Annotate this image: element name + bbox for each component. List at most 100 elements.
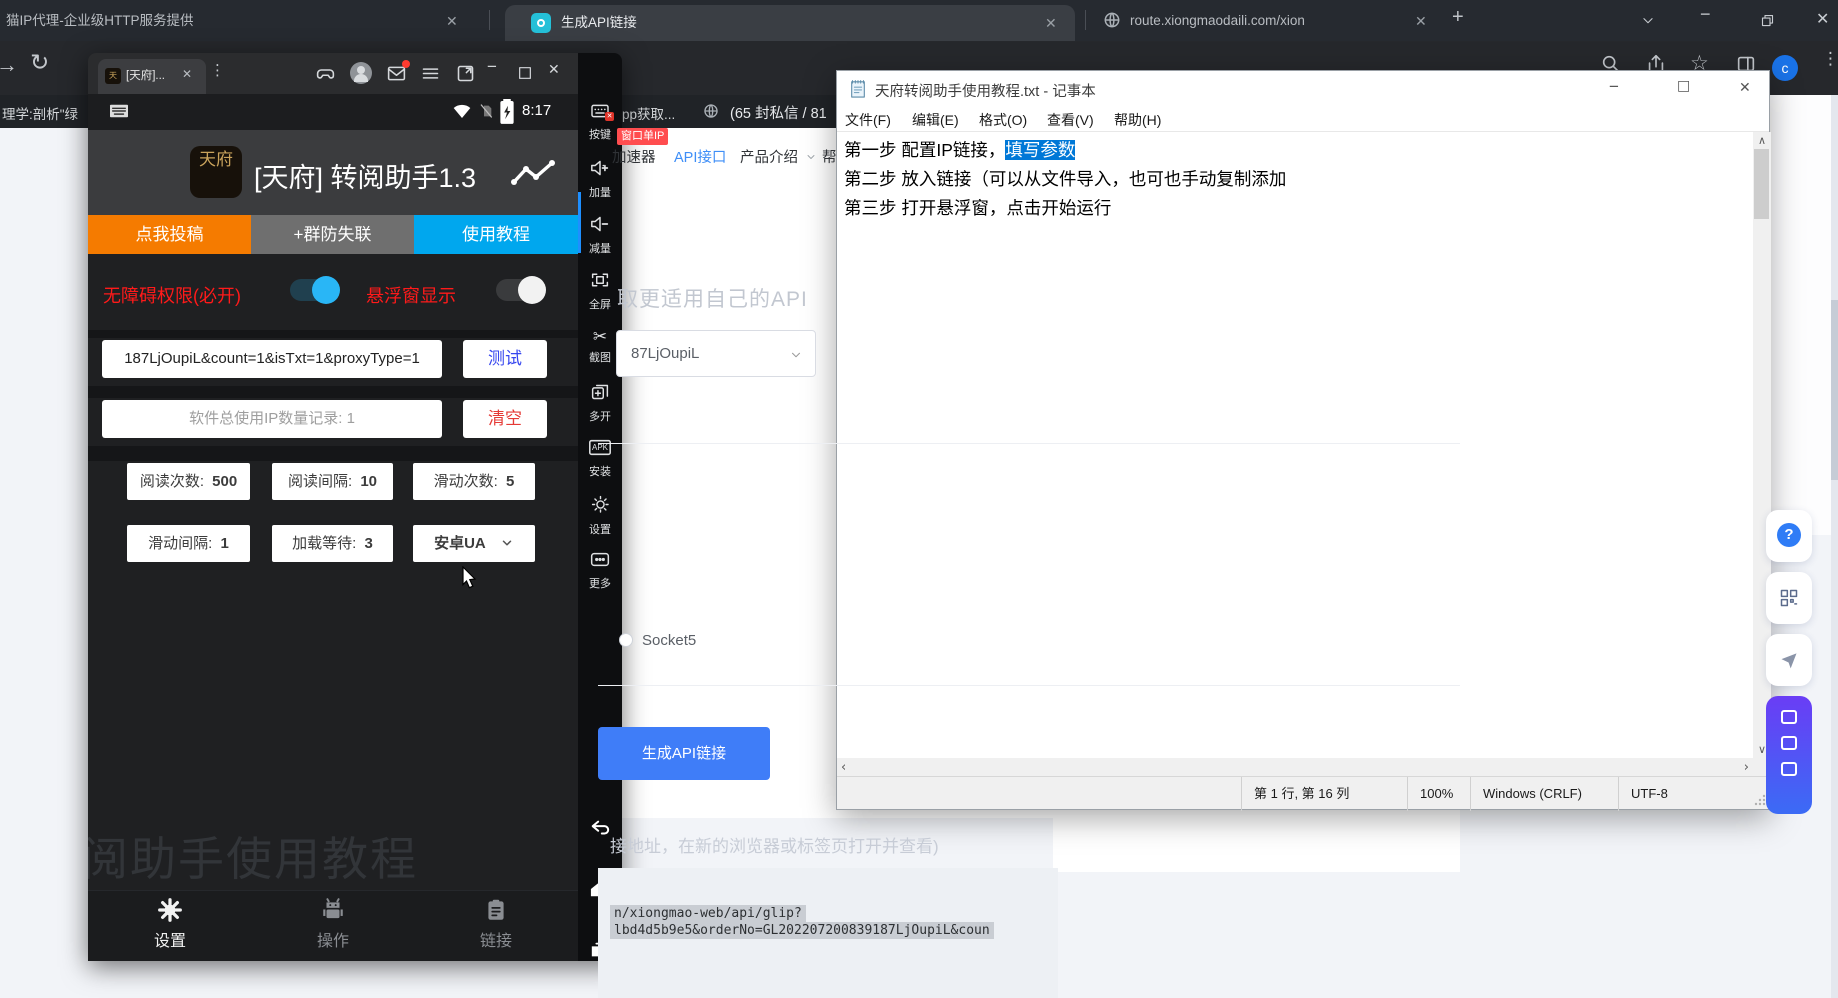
sidebar-item-fullscreen[interactable]: 全屏 bbox=[578, 271, 622, 312]
nav-actions[interactable]: 操作 bbox=[293, 897, 373, 951]
scroll-right-icon[interactable]: › bbox=[1744, 760, 1749, 775]
selected-text: 填写参数 bbox=[1005, 140, 1075, 160]
resize-window-icon[interactable] bbox=[455, 63, 476, 84]
menu-file[interactable]: 文件(F) bbox=[845, 110, 891, 130]
background-tab-title[interactable]: pp获取... bbox=[622, 103, 692, 123]
profile-icon[interactable] bbox=[350, 62, 372, 84]
close-tab-icon[interactable]: ✕ bbox=[1415, 12, 1427, 30]
help-floating-button[interactable]: ? bbox=[1766, 510, 1812, 562]
join-group-button[interactable]: +群防失联 bbox=[251, 215, 414, 254]
reload-icon[interactable]: ↻ bbox=[30, 50, 49, 76]
sidebar-item-settings[interactable]: 设置 bbox=[578, 495, 622, 537]
accessibility-toggle[interactable] bbox=[290, 279, 336, 301]
maximize-window-icon[interactable]: □ bbox=[1677, 78, 1690, 94]
bg-nav-help[interactable]: 帮 bbox=[822, 146, 836, 167]
browser-tab-3[interactable]: route.xiongmaodaili.com/xion bbox=[1130, 0, 1405, 41]
float-window-toggle[interactable] bbox=[496, 279, 542, 301]
menu-help[interactable]: 帮助(H) bbox=[1114, 110, 1161, 130]
wifi-icon bbox=[452, 102, 472, 119]
close-tab-icon[interactable]: ✕ bbox=[1045, 14, 1057, 32]
browser-tab-1[interactable]: 猫IP代理-企业级HTTP服务提供 bbox=[6, 0, 438, 41]
volume-up-icon bbox=[590, 159, 610, 177]
bg-nav-accelerator[interactable]: 加速器 bbox=[612, 146, 662, 167]
sidebar-item-install-apk[interactable]: APK 安装 bbox=[578, 439, 622, 479]
close-window-icon[interactable]: ✕ bbox=[1816, 9, 1829, 29]
android-back-icon[interactable] bbox=[589, 818, 611, 838]
close-tab-icon[interactable]: ✕ bbox=[182, 67, 192, 81]
browser-tab-bar: 猫IP代理-企业级HTTP服务提供 ✕ 生成API链接 ✕ route.xion… bbox=[0, 0, 1838, 41]
sidebar-item-label: 加量 bbox=[578, 184, 622, 200]
toggle-knob bbox=[518, 276, 546, 304]
socket5-radio[interactable] bbox=[619, 633, 633, 647]
sidebar-item-more[interactable]: 更多 bbox=[578, 551, 622, 591]
background-tab-title[interactable]: 理学:剖析"绿 bbox=[2, 103, 86, 123]
resize-grip[interactable] bbox=[1753, 793, 1767, 807]
scroll-up-icon[interactable]: ∧ bbox=[1758, 134, 1766, 147]
sidebar-item-multi-instance[interactable]: 多开 bbox=[578, 383, 622, 424]
tab-menu-dots-icon[interactable]: ⋮ bbox=[210, 61, 225, 79]
status-encoding: UTF-8 bbox=[1618, 777, 1769, 811]
field-value: 1 bbox=[221, 535, 229, 552]
notepad-title-bar[interactable]: 天府转阅助手使用教程.txt - 记事本 − □ ✕ bbox=[837, 71, 1769, 107]
minimize-window-icon[interactable]: − bbox=[487, 57, 497, 77]
load-wait-field[interactable]: 加载等待: 3 bbox=[272, 525, 393, 562]
close-window-icon[interactable]: ✕ bbox=[548, 61, 560, 78]
minimize-window-icon[interactable]: − bbox=[1609, 77, 1619, 97]
horizontal-scrollbar[interactable]: ‹ › bbox=[837, 758, 1753, 776]
gamepad-icon[interactable] bbox=[315, 63, 336, 84]
swipe-count-field[interactable]: 滑动次数: 5 bbox=[413, 463, 535, 500]
generate-api-button[interactable]: 生成API链接 bbox=[598, 727, 770, 780]
notepad-text-area[interactable]: 第一步 配置IP链接，填写参数 第二步 放入链接（可以从文件导入，也可也手动复制… bbox=[837, 132, 1753, 758]
mail-icon[interactable] bbox=[386, 63, 407, 84]
hamburger-menu-icon[interactable] bbox=[420, 63, 441, 84]
read-count-field[interactable]: 阅读次数: 500 bbox=[127, 463, 250, 500]
line-chart-icon[interactable] bbox=[510, 158, 556, 188]
browser-tab-2-active[interactable]: 生成API链接 ✕ bbox=[505, 5, 1075, 41]
maximize-window-icon[interactable] bbox=[517, 65, 533, 81]
keyboard-icon bbox=[108, 102, 130, 120]
menu-format[interactable]: 格式(O) bbox=[979, 110, 1027, 130]
order-select[interactable]: 87LjOupiL bbox=[616, 330, 816, 377]
scrollbar-thumb[interactable] bbox=[1754, 149, 1769, 219]
clear-button[interactable]: 清空 bbox=[463, 400, 547, 438]
page-scrollbar[interactable] bbox=[1831, 95, 1838, 998]
sidebar-item-keymap[interactable]: ✕ 按键 bbox=[578, 103, 622, 142]
api-url-input[interactable]: 187LjOupiL&count=1&isTxt=1&proxyType=1 bbox=[102, 340, 442, 378]
sidebar-item-label: 按键 bbox=[578, 126, 622, 142]
bg-hint-text: 接地址，在新的浏览器或标签页打开并查看) bbox=[610, 832, 1050, 857]
bg-nav-api[interactable]: API接口 bbox=[674, 146, 726, 167]
read-interval-field[interactable]: 阅读间隔: 10 bbox=[272, 463, 393, 500]
qr-floating-button[interactable] bbox=[1766, 572, 1812, 624]
send-floating-button[interactable] bbox=[1766, 634, 1812, 686]
minimize-window-icon[interactable]: − bbox=[1700, 4, 1711, 25]
contact-floating-button[interactable] bbox=[1766, 696, 1812, 814]
sidebar-item-volume-down[interactable]: 减量 bbox=[578, 215, 622, 256]
notepad-window: 天府转阅助手使用教程.txt - 记事本 − □ ✕ 文件(F) 编辑(E) 格… bbox=[836, 70, 1770, 810]
divider bbox=[88, 330, 578, 338]
phone-app-tab[interactable]: 天 [天府]... ✕ bbox=[98, 59, 206, 94]
scroll-left-icon[interactable]: ‹ bbox=[841, 760, 846, 775]
tab-search-chevron-icon[interactable] bbox=[1640, 14, 1656, 28]
bg-nav-product[interactable]: 产品介绍 bbox=[740, 146, 798, 167]
new-tab-icon[interactable]: + bbox=[1452, 6, 1464, 29]
menu-view[interactable]: 查看(V) bbox=[1047, 110, 1094, 130]
sidebar-item-label: 多开 bbox=[578, 408, 622, 424]
scroll-down-icon[interactable]: ∨ bbox=[1758, 743, 1766, 756]
submit-button[interactable]: 点我投稿 bbox=[88, 215, 251, 254]
test-button[interactable]: 测试 bbox=[463, 340, 547, 378]
restore-window-icon[interactable] bbox=[1760, 13, 1775, 28]
text-line-1: 第一步 配置IP链接，填写参数 bbox=[844, 136, 1075, 165]
close-tab-icon[interactable]: ✕ bbox=[446, 12, 458, 30]
ua-select[interactable]: 安卓UA bbox=[413, 525, 535, 562]
profile-avatar[interactable]: c bbox=[1772, 55, 1798, 81]
swipe-interval-field[interactable]: 滑动间隔: 1 bbox=[127, 525, 250, 562]
page-scrollbar-thumb[interactable] bbox=[1831, 300, 1838, 480]
menu-edit[interactable]: 编辑(E) bbox=[912, 110, 959, 130]
menu-dots-icon[interactable]: ⋮ bbox=[1822, 49, 1838, 69]
close-window-icon[interactable]: ✕ bbox=[1739, 79, 1751, 96]
forward-icon[interactable]: → bbox=[0, 52, 18, 78]
nav-settings-label: 设置 bbox=[130, 927, 210, 951]
tutorial-button[interactable]: 使用教程 bbox=[414, 215, 578, 254]
nav-settings[interactable]: 设置 bbox=[130, 897, 210, 951]
nav-links[interactable]: 链接 bbox=[456, 897, 536, 951]
